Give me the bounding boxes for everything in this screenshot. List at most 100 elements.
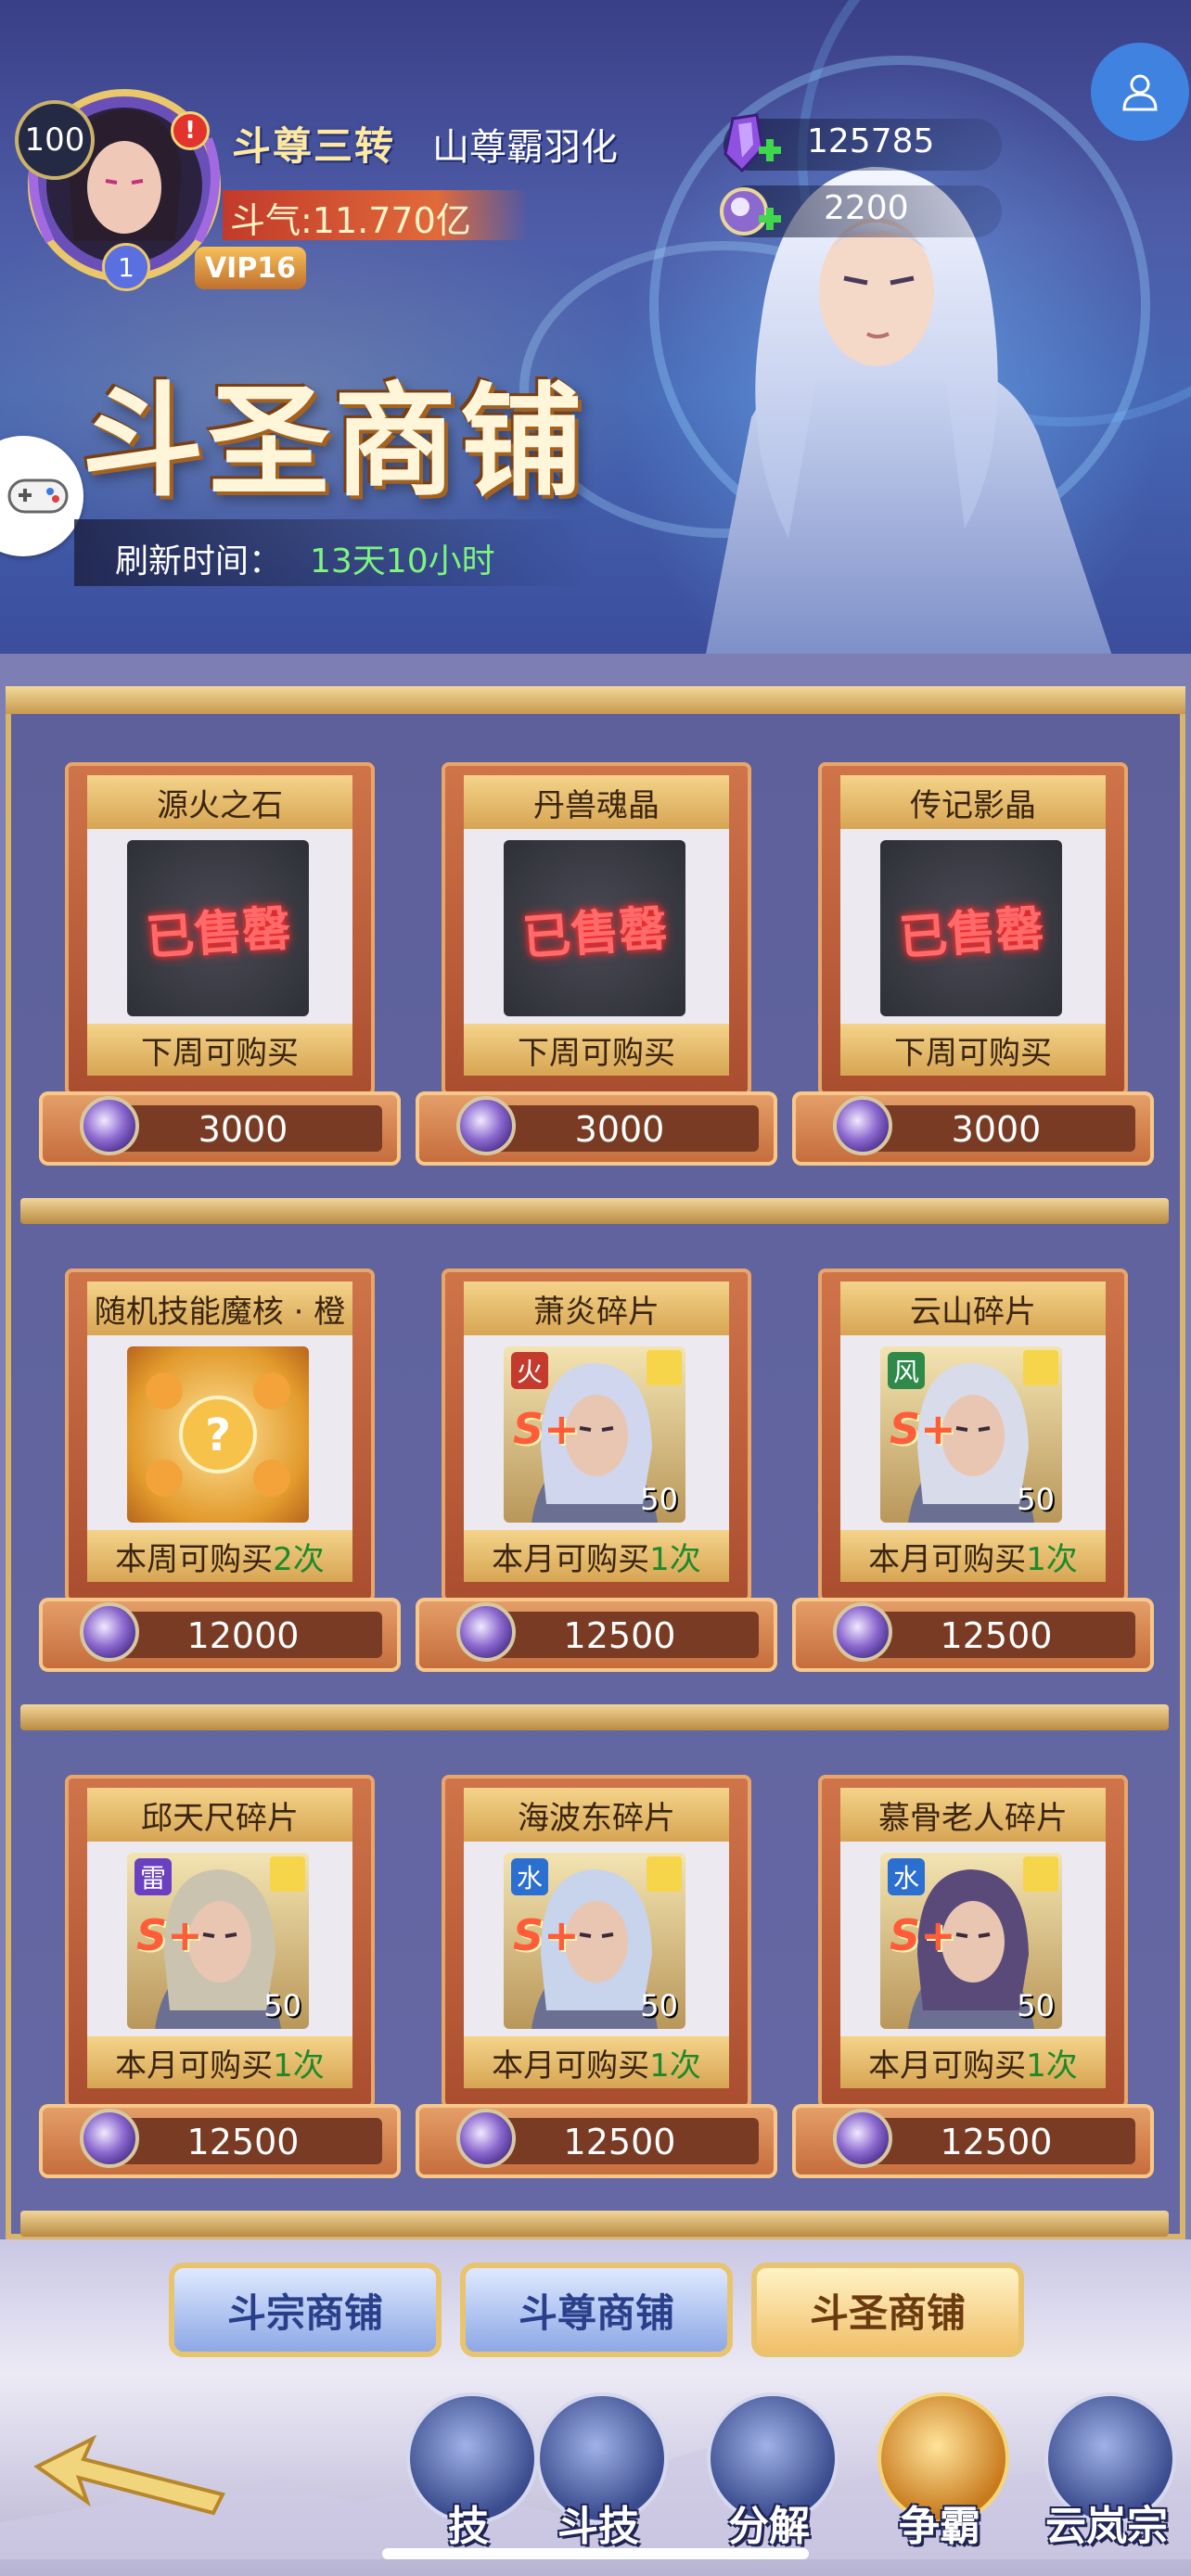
grade-badge: S+ bbox=[513, 1404, 580, 1454]
grade-badge: S+ bbox=[890, 1910, 956, 1960]
purchase-limit: 下周可购买 bbox=[87, 1024, 352, 1076]
item-price[interactable]: 12500 bbox=[480, 1613, 759, 1658]
purchase-limit-count: 2次 bbox=[273, 1540, 325, 1578]
item-name: 传记影晶 bbox=[840, 775, 1106, 829]
panel-top-trim bbox=[6, 686, 1185, 714]
fragment-icon bbox=[647, 1856, 682, 1892]
fragment-icon bbox=[1023, 1856, 1058, 1892]
fragment-icon bbox=[647, 1350, 682, 1385]
fragment-count: 50 bbox=[1017, 1988, 1055, 2023]
item-price[interactable]: 12000 bbox=[104, 1613, 382, 1658]
shop-item-card[interactable]: 随机技能魔核 · 橙 ? 本周可购买 2次 12000 bbox=[39, 1269, 401, 1686]
shop-item-card[interactable]: 慕骨老人碎片 水 S+ 50 本月可购买 1次 12500 bbox=[792, 1775, 1154, 2192]
item-price[interactable]: 3000 bbox=[104, 1107, 382, 1152]
element-badge: 风 bbox=[888, 1352, 925, 1389]
element-badge: 水 bbox=[888, 1858, 925, 1895]
nav-item-battle-skill[interactable]: 斗技 bbox=[529, 2392, 668, 2569]
fragment-icon bbox=[1023, 1350, 1058, 1385]
nav-item-trophy[interactable]: 争霸 bbox=[870, 2392, 1009, 2569]
purchase-limit-count: 1次 bbox=[649, 1540, 701, 1578]
shop-item-card[interactable]: 传记影晶 已售罄 下周可购买 3000 bbox=[792, 762, 1154, 1180]
nav-item-decompose[interactable]: 分解 bbox=[699, 2392, 839, 2569]
purchase-limit: 下周可购买 bbox=[464, 1024, 729, 1076]
item-price[interactable]: 3000 bbox=[857, 1107, 1135, 1152]
item-name: 邱天尺碎片 bbox=[87, 1788, 352, 1842]
nav-item-skill[interactable]: 技 bbox=[399, 2392, 538, 2569]
nav-label: 技 bbox=[448, 2503, 489, 2550]
nav-label: 分解 bbox=[728, 2503, 810, 2550]
user-icon bbox=[1122, 74, 1158, 111]
item-name: 源火之石 bbox=[87, 775, 352, 829]
purchase-limit-text: 下周可购买 bbox=[894, 1034, 1052, 1072]
shop-item-card[interactable]: 海波东碎片 水 S+ 50 本月可购买 1次 12500 bbox=[416, 1775, 777, 2192]
refresh-countdown: 13天10小时 bbox=[310, 542, 495, 580]
shop-item-card[interactable]: 萧炎碎片 火 S+ 50 本月可购买 1次 12500 bbox=[416, 1269, 777, 1686]
grade-badge: S+ bbox=[890, 1404, 956, 1454]
purchase-limit-count: 1次 bbox=[1026, 1540, 1078, 1578]
shop-item-card[interactable]: 邱天尺碎片 雷 S+ 50 本月可购买 1次 12500 bbox=[39, 1775, 401, 2192]
purchase-limit-text: 本月可购买 bbox=[868, 2047, 1027, 2085]
alert-icon[interactable]: ! bbox=[171, 111, 210, 150]
player-name: 山尊霸羽化 bbox=[432, 126, 618, 169]
purchase-limit: 本月可购买 1次 bbox=[464, 2036, 729, 2088]
fragment-count: 50 bbox=[263, 1988, 301, 2023]
item-image: 风 S+ 50 bbox=[880, 1346, 1062, 1523]
shop-item-card[interactable]: 源火之石 已售罄 下周可购买 3000 bbox=[39, 762, 401, 1180]
orb-coin-icon[interactable] bbox=[714, 178, 788, 245]
crystal-amount: 125785 bbox=[807, 122, 935, 160]
purchase-limit-text: 本月可购买 bbox=[492, 1540, 650, 1578]
gamepad-float-button[interactable] bbox=[0, 436, 83, 556]
player-level-badge: 100 bbox=[15, 100, 95, 180]
nav-item-sect[interactable]: 云岚宗 bbox=[1037, 2392, 1176, 2569]
coin-amount: 2200 bbox=[824, 189, 909, 227]
item-price[interactable]: 12500 bbox=[857, 2120, 1135, 2164]
sold-out-stamp: 已售罄 bbox=[520, 899, 670, 967]
grade-badge: S+ bbox=[513, 1910, 580, 1960]
purchase-limit-text: 本月可购买 bbox=[115, 2047, 274, 2085]
item-image: 已售罄 bbox=[504, 840, 685, 1016]
item-name: 海波东碎片 bbox=[464, 1788, 729, 1842]
purple-crystal-icon[interactable] bbox=[714, 111, 788, 178]
item-price[interactable]: 12500 bbox=[857, 1613, 1135, 1658]
item-price[interactable]: 3000 bbox=[480, 1107, 759, 1152]
item-image: 水 S+ 50 bbox=[880, 1853, 1062, 2029]
item-price[interactable]: 12500 bbox=[480, 2120, 759, 2164]
player-rank: 斗尊三转 bbox=[232, 123, 396, 169]
shop-item-card[interactable]: 云山碎片 风 S+ 50 本月可购买 1次 12500 bbox=[792, 1269, 1154, 1686]
fragment-icon bbox=[270, 1856, 305, 1892]
item-name: 萧炎碎片 bbox=[464, 1282, 729, 1335]
shelf-divider bbox=[20, 2211, 1169, 2237]
item-image: ? bbox=[127, 1346, 309, 1523]
purchase-limit-text: 下周可购买 bbox=[518, 1034, 675, 1072]
shelf-divider bbox=[20, 1704, 1169, 1730]
purchase-limit-text: 本月可购买 bbox=[492, 2047, 650, 2085]
purchase-limit: 本月可购买 1次 bbox=[840, 1530, 1106, 1582]
gamepad-icon bbox=[7, 478, 69, 514]
header-banner: 100 1 ! VIP16 斗尊三转 山尊霸羽化 斗气:11.770亿 1257… bbox=[0, 0, 1191, 654]
sold-out-stamp: 已售罄 bbox=[897, 899, 1046, 967]
player-power: 斗气:11.770亿 bbox=[230, 200, 471, 241]
tab-douzong-shop[interactable]: 斗宗商铺 bbox=[169, 2263, 442, 2357]
element-badge: 火 bbox=[511, 1352, 548, 1389]
item-name: 慕骨老人碎片 bbox=[840, 1788, 1106, 1842]
shelf-divider bbox=[20, 1198, 1169, 1224]
item-price[interactable]: 12500 bbox=[104, 2120, 382, 2164]
purchase-limit-text: 下周可购买 bbox=[141, 1034, 299, 1072]
purchase-limit-text: 本周可购买 bbox=[115, 1540, 274, 1578]
vip-badge[interactable]: VIP16 bbox=[195, 247, 306, 289]
back-arrow-icon[interactable] bbox=[28, 2429, 241, 2531]
item-image: 已售罄 bbox=[127, 840, 309, 1016]
purchase-limit-count: 1次 bbox=[273, 2047, 325, 2085]
tab-douzun-shop[interactable]: 斗尊商铺 bbox=[460, 2263, 733, 2357]
shop-item-card[interactable]: 丹兽魂晶 已售罄 下周可购买 3000 bbox=[416, 762, 777, 1180]
tab-dousheng-shop[interactable]: 斗圣商铺 bbox=[751, 2263, 1024, 2357]
purchase-limit-count: 1次 bbox=[649, 2047, 701, 2085]
item-name: 丹兽魂晶 bbox=[464, 775, 729, 829]
purchase-limit: 下周可购买 bbox=[840, 1024, 1106, 1076]
nav-label: 争霸 bbox=[899, 2503, 980, 2550]
profile-button[interactable] bbox=[1091, 43, 1189, 141]
nav-label: 斗技 bbox=[557, 2503, 639, 2550]
fragment-count: 50 bbox=[1017, 1482, 1055, 1517]
purchase-limit-text: 本月可购买 bbox=[868, 1540, 1027, 1578]
purchase-limit: 本月可购买 1次 bbox=[840, 2036, 1106, 2088]
